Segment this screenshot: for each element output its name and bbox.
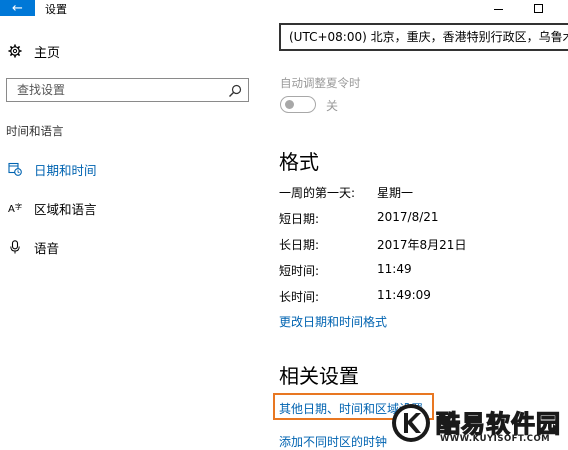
search-icon[interactable] — [228, 83, 242, 97]
svg-text:A: A — [8, 204, 15, 215]
nav-home[interactable]: 主页 — [8, 42, 61, 61]
add-clocks-link[interactable]: 添加不同时区的时钟 — [279, 433, 387, 450]
title-bar: ← 设置 — [0, 0, 568, 16]
nav-home-label: 主页 — [34, 45, 61, 61]
format-key: 长日期: — [279, 238, 320, 252]
sidebar-item-datetime[interactable]: 日期和时间 — [8, 159, 97, 179]
format-key: 长时间: — [279, 290, 320, 304]
minimize-icon — [493, 8, 503, 10]
format-key: 短日期: — [279, 212, 320, 226]
dst-label: 自动调整夏令时 — [280, 76, 361, 90]
language-icon: A 字 — [8, 201, 22, 215]
back-arrow-icon: ← — [12, 0, 23, 16]
back-button[interactable]: ← — [0, 0, 35, 16]
sidebar-item-speech[interactable]: 语音 — [8, 237, 59, 257]
maximize-icon — [533, 3, 543, 13]
dst-toggle[interactable] — [280, 96, 316, 113]
sidebar-item-region-language[interactable]: A 字 区域和语言 — [8, 198, 97, 218]
watermark-logo-icon — [390, 402, 432, 444]
gear-icon — [8, 44, 22, 58]
watermark: 酷易软件园 WWW.KUYISOFT.COM — [388, 402, 566, 448]
format-row-short-time: 短时间: 11:49 — [279, 262, 539, 280]
microphone-icon — [8, 240, 22, 254]
minimize-button[interactable] — [478, 0, 518, 16]
calendar-clock-icon — [8, 162, 22, 176]
dst-toggle-state: 关 — [326, 99, 339, 113]
format-row-first-day: 一周的第一天: 星期一 — [279, 184, 539, 202]
change-format-link[interactable]: 更改日期和时间格式 — [279, 313, 387, 330]
format-key: 一周的第一天: — [279, 186, 356, 200]
toggle-knob — [285, 100, 294, 109]
sidebar-item-label: 日期和时间 — [34, 162, 97, 178]
sidebar-item-label: 区域和语言 — [34, 201, 97, 217]
format-value: 星期一 — [377, 186, 414, 200]
watermark-subtitle: WWW.KUYISOFT.COM — [440, 434, 551, 444]
svg-text:字: 字 — [15, 202, 22, 211]
section-label: 时间和语言 — [6, 124, 64, 138]
window-title: 设置 — [45, 3, 67, 16]
search-input[interactable] — [7, 79, 217, 101]
format-value: 11:49 — [377, 262, 412, 276]
format-heading: 格式 — [279, 150, 319, 174]
format-value: 2017年8月21日 — [377, 238, 467, 252]
maximize-button[interactable] — [518, 0, 558, 16]
timezone-select[interactable]: (UTC+08:00) 北京，重庆，香港特别行政区，乌鲁木齐 — [279, 23, 568, 51]
related-settings-heading: 相关设置 — [279, 364, 359, 388]
sidebar-item-label: 语音 — [34, 240, 60, 256]
format-value: 11:49:09 — [377, 288, 431, 302]
search-box[interactable] — [6, 78, 249, 102]
format-row-short-date: 短日期: 2017/8/21 — [279, 210, 539, 228]
format-row-long-time: 长时间: 11:49:09 — [279, 288, 539, 306]
format-row-long-date: 长日期: 2017年8月21日 — [279, 236, 539, 254]
format-key: 短时间: — [279, 264, 320, 278]
format-value: 2017/8/21 — [377, 210, 439, 224]
